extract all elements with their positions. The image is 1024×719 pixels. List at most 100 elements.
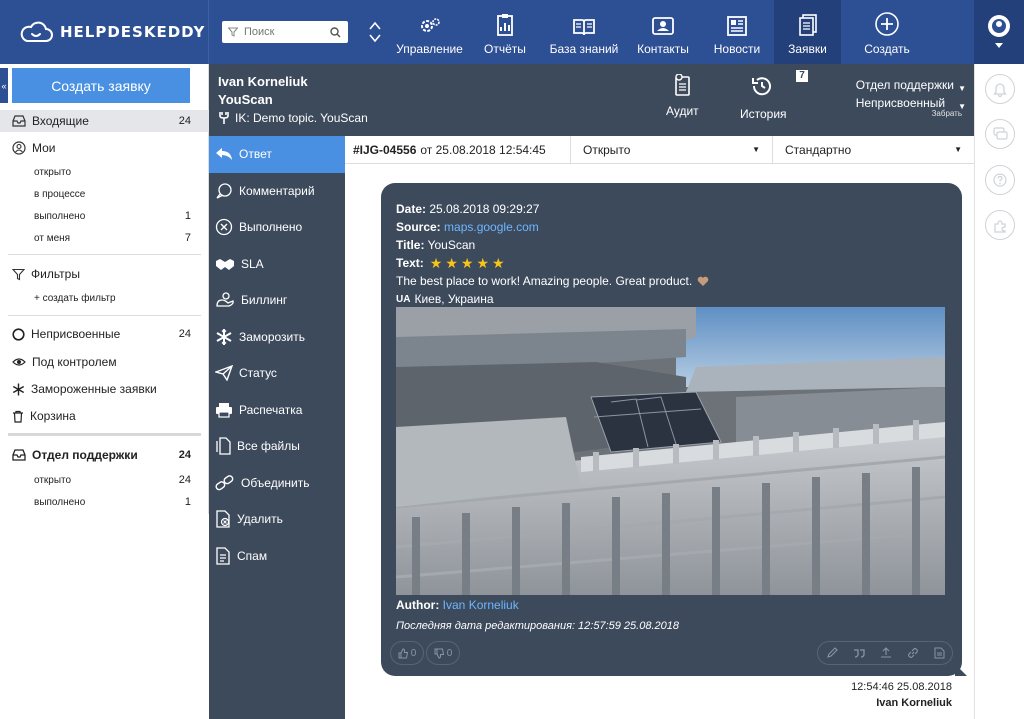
action-label: Выполнено <box>239 220 303 235</box>
trash-icon <box>13 410 23 423</box>
action-merge[interactable]: Объединить <box>209 465 345 502</box>
sidebar-item-frozen[interactable]: Замороженные заявки <box>0 378 209 400</box>
create-ticket-button[interactable]: Создать заявку <box>12 68 190 103</box>
sidebar-item-inbox[interactable]: Входящие 24 <box>0 110 209 132</box>
action-delete[interactable]: Удалить <box>209 501 345 538</box>
upload-icon[interactable] <box>880 647 892 659</box>
requester-company[interactable]: YouScan <box>218 91 308 109</box>
sidebar-subitem[interactable]: в процессе <box>0 184 209 204</box>
dislike-count: 0 <box>446 647 453 659</box>
assignee-value: Неприсвоенный <box>855 96 946 110</box>
user-menu[interactable] <box>974 0 1024 64</box>
sidebar-subitem[interactable]: открыто <box>0 162 209 182</box>
nav-create[interactable]: Создать <box>841 0 933 64</box>
count-badge: 1 <box>184 496 191 508</box>
ticket-id: #IJG-04556 <box>353 142 417 157</box>
sidebar-item-watched[interactable]: Под контролем <box>0 351 209 373</box>
nav-knowledge-base[interactable]: База знаний <box>542 0 626 64</box>
department-select[interactable]: Отдел поддержки ▼ <box>856 76 966 94</box>
sidebar-subitem[interactable]: от меня 7 <box>0 228 209 248</box>
status-select[interactable]: Открыто ▼ <box>571 135 773 164</box>
message-rating: Text: ★ ★ ★ ★ ★ <box>396 256 508 270</box>
nav-tickets[interactable]: Заявки <box>774 0 841 64</box>
done-icon <box>215 219 233 236</box>
sidebar-item-trash[interactable]: Корзина <box>0 405 209 427</box>
chevron-down-icon <box>995 43 1003 48</box>
tools-row <box>818 647 952 659</box>
chat-icon <box>992 127 1008 140</box>
sidebar-item-label: Мои <box>32 141 56 155</box>
sort-toggle[interactable] <box>359 0 391 64</box>
action-comment[interactable]: Комментарий <box>209 173 345 210</box>
priority-select[interactable]: Стандартно ▼ <box>773 136 974 164</box>
notifications-button[interactable] <box>985 74 1015 104</box>
puzzle-icon <box>993 219 1006 233</box>
history-button[interactable]: 7 История <box>740 70 808 121</box>
audit-button[interactable]: Аудит <box>666 74 699 118</box>
author-link[interactable]: Ivan Korneliuk <box>443 598 519 612</box>
edit-icon[interactable] <box>826 647 838 659</box>
integrations-button[interactable] <box>985 210 1015 240</box>
question-icon <box>993 173 1007 187</box>
nav-contacts[interactable]: Контакты <box>626 0 700 64</box>
count-badge: 1 <box>184 210 191 222</box>
action-label: Биллинг <box>241 293 288 308</box>
help-button[interactable] <box>985 165 1015 195</box>
ticket-id-block: #IJG-04556 от 25.08.2018 12:54:45 <box>345 135 571 164</box>
action-spam[interactable]: Спам <box>209 538 345 575</box>
action-label: Комментарий <box>239 183 315 198</box>
action-done[interactable]: Выполнено <box>209 209 345 246</box>
message-location: UA Киев, Украина <box>396 292 494 306</box>
sidebar-subitem[interactable]: выполнено 1 <box>0 206 209 226</box>
link-icon[interactable] <box>907 647 919 659</box>
sidebar-subitem[interactable]: выполнено 1 <box>0 492 209 512</box>
document-icon[interactable] <box>934 647 945 659</box>
wrench-icon <box>219 112 229 124</box>
spam-icon <box>216 547 230 565</box>
inbox-icon <box>12 449 26 461</box>
sidebar-item-label: Замороженные заявки <box>31 382 157 396</box>
search-box[interactable] <box>222 21 348 43</box>
sidebar-subitem[interactable]: открыто 24 <box>0 470 209 490</box>
logo[interactable]: HELPDESKEDDY <box>0 0 209 64</box>
star-icon: ★ <box>429 255 443 271</box>
sidebar-item-label: + создать фильтр <box>34 292 116 304</box>
nav-news[interactable]: Новости <box>700 0 774 64</box>
action-sla[interactable]: SLA <box>209 246 345 283</box>
requester-name[interactable]: Ivan Korneliuk <box>218 73 308 91</box>
action-freeze[interactable]: Заморозить <box>209 319 345 356</box>
action-print[interactable]: Распечатка <box>209 392 345 429</box>
create-filter-link[interactable]: + создать фильтр <box>0 288 209 308</box>
search-input[interactable] <box>244 26 330 38</box>
action-all-files[interactable]: Все файлы <box>209 428 345 465</box>
sidebar-item-mine[interactable]: Мои <box>0 137 209 159</box>
message-timestamp: 12:54:46 25.08.2018 <box>851 681 952 693</box>
chevron-down-icon: ▼ <box>954 145 962 154</box>
nav-reports[interactable]: Отчёты <box>468 0 542 64</box>
sidebar-item-filters[interactable]: Фильтры <box>0 263 209 285</box>
handshake-icon <box>216 258 234 270</box>
count-badge: 24 <box>178 474 191 486</box>
topic-text: IK: Demo topic. YouScan <box>235 111 368 125</box>
like-button[interactable]: 0 <box>390 641 424 665</box>
inbox-icon <box>12 115 26 127</box>
star-icon: ★ <box>492 255 505 271</box>
sidebar-item-unassigned[interactable]: Неприсвоенные 24 <box>0 323 209 345</box>
nav-management[interactable]: Управление <box>391 0 468 64</box>
logo-text: HELPDESKEDDY <box>60 23 206 41</box>
action-reply[interactable]: Ответ <box>209 136 345 173</box>
take-ticket-link[interactable]: Забрать <box>932 109 962 118</box>
quote-icon[interactable] <box>853 647 865 659</box>
chat-button[interactable] <box>985 119 1015 149</box>
source-link[interactable]: maps.google.com <box>444 220 539 234</box>
divider <box>8 315 201 316</box>
action-billing[interactable]: Биллинг <box>209 282 345 319</box>
collapse-sidebar-button[interactable]: « <box>0 68 8 103</box>
dislike-button[interactable]: 0 <box>426 641 460 665</box>
action-status[interactable]: Статус <box>209 355 345 392</box>
attached-photo[interactable] <box>396 307 945 595</box>
right-rail <box>974 64 1024 719</box>
field-value: YouScan <box>427 238 476 252</box>
sidebar-item-support[interactable]: Отдел поддержки 24 <box>0 444 209 466</box>
search-icon[interactable] <box>330 26 341 38</box>
